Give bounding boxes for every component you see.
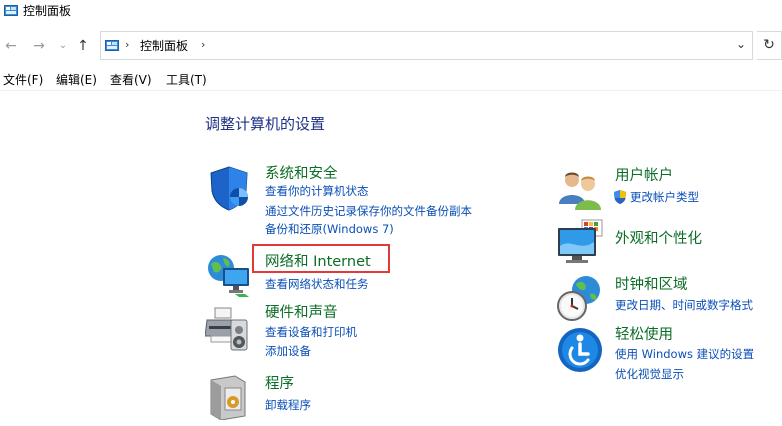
program-box-icon[interactable] bbox=[205, 372, 253, 420]
category-ease-of-access[interactable]: 轻松使用 bbox=[615, 325, 673, 345]
category-system-security[interactable]: 系统和安全 bbox=[265, 164, 338, 184]
link-file-history-backup[interactable]: 通过文件历史记录保存你的文件备份副本 bbox=[265, 202, 472, 221]
menu-tools[interactable]: 工具(T) bbox=[166, 70, 207, 90]
address-dropdown-button[interactable]: ⌄ bbox=[736, 37, 746, 51]
link-add-device[interactable]: 添加设备 bbox=[265, 342, 311, 361]
address-bar[interactable]: › 控制面板 › ⌄ bbox=[100, 31, 753, 60]
control-panel-icon bbox=[4, 5, 18, 16]
navigation-bar: ← → ⌄ ↑ › 控制面板 › ⌄ ↻ bbox=[0, 31, 782, 62]
title-bar: 控制面板 bbox=[0, 0, 782, 24]
category-network-internet[interactable]: 网络和 Internet bbox=[265, 252, 371, 272]
up-button[interactable]: ↑ bbox=[72, 31, 94, 61]
menu-view[interactable]: 查看(V) bbox=[110, 70, 152, 90]
uac-shield-icon bbox=[614, 190, 626, 204]
link-devices-printers[interactable]: 查看设备和打印机 bbox=[265, 323, 357, 342]
category-clock-region[interactable]: 时钟和区域 bbox=[615, 275, 688, 295]
control-panel-icon bbox=[105, 40, 119, 51]
link-backup-restore[interactable]: 备份和还原(Windows 7) bbox=[265, 220, 394, 239]
menu-edit[interactable]: 编辑(E) bbox=[56, 70, 97, 90]
link-change-date-time-format[interactable]: 更改日期、时间或数字格式 bbox=[615, 296, 753, 315]
link-windows-recommended-settings[interactable]: 使用 Windows 建议的设置 bbox=[615, 345, 754, 364]
category-programs[interactable]: 程序 bbox=[265, 374, 294, 394]
link-change-account-type[interactable]: 更改帐户类型 bbox=[630, 188, 699, 207]
menu-bar: 文件(F) 编辑(E) 查看(V) 工具(T) bbox=[0, 70, 782, 91]
back-button[interactable]: ← bbox=[0, 31, 22, 61]
users-icon[interactable] bbox=[556, 164, 604, 212]
page-title: 调整计算机的设置 bbox=[205, 115, 326, 133]
link-view-computer-status[interactable]: 查看你的计算机状态 bbox=[265, 182, 369, 201]
breadcrumb-chevron-icon[interactable]: › bbox=[125, 38, 129, 51]
category-hardware-sound[interactable]: 硬件和声音 bbox=[265, 303, 338, 323]
recent-locations-button[interactable]: ⌄ bbox=[56, 31, 70, 61]
accessibility-icon[interactable] bbox=[556, 326, 604, 374]
window-title: 控制面板 bbox=[23, 4, 72, 18]
breadcrumb-chevron-icon[interactable]: › bbox=[201, 38, 205, 51]
breadcrumb-control-panel[interactable]: 控制面板 bbox=[140, 38, 188, 54]
printer-speaker-icon[interactable] bbox=[205, 306, 253, 354]
monitor-palette-icon[interactable] bbox=[556, 218, 604, 266]
link-uninstall-program[interactable]: 卸载程序 bbox=[265, 396, 311, 415]
clock-globe-icon[interactable] bbox=[556, 274, 604, 322]
link-network-status[interactable]: 查看网络状态和任务 bbox=[265, 275, 369, 294]
category-appearance-personalization[interactable]: 外观和个性化 bbox=[615, 229, 702, 249]
forward-button[interactable]: → bbox=[28, 31, 50, 61]
network-globe-icon[interactable] bbox=[205, 250, 253, 298]
link-optimize-visual-display[interactable]: 优化视觉显示 bbox=[615, 365, 684, 384]
refresh-button[interactable]: ↻ bbox=[757, 31, 782, 60]
category-user-accounts[interactable]: 用户帐户 bbox=[615, 166, 673, 186]
menu-file[interactable]: 文件(F) bbox=[3, 70, 43, 90]
shield-icon[interactable] bbox=[205, 164, 253, 212]
